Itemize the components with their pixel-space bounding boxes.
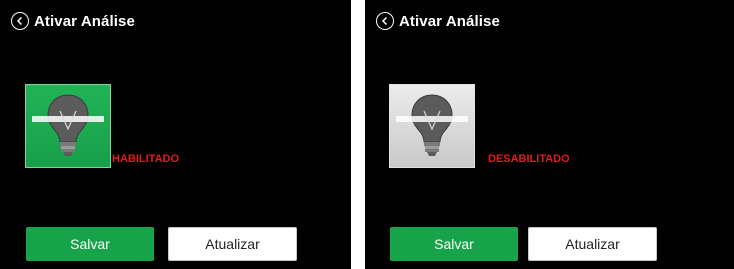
analysis-panel-enabled: Ativar Análise HABILITADO Salvar Atualiz…: [0, 0, 351, 269]
panel-header: Ativar Análise: [376, 10, 500, 32]
save-button[interactable]: Salvar: [390, 227, 518, 261]
status-label: DESABILITADO: [488, 153, 570, 165]
lightbulb-icon: [396, 94, 468, 156]
back-button[interactable]: [376, 12, 394, 30]
back-button[interactable]: [11, 12, 29, 30]
analysis-toggle[interactable]: [25, 84, 111, 168]
refresh-button[interactable]: Atualizar: [528, 227, 657, 261]
status-label: HABILITADO: [112, 153, 180, 165]
analysis-panel-disabled: Ativar Análise DESABILITADO Salvar Atual…: [365, 0, 734, 269]
chevron-left-icon: [381, 16, 388, 26]
save-button[interactable]: Salvar: [26, 227, 154, 261]
page-title: Ativar Análise: [34, 12, 135, 30]
panel-header: Ativar Análise: [11, 10, 135, 32]
analysis-toggle[interactable]: [389, 84, 475, 168]
refresh-button[interactable]: Atualizar: [168, 227, 297, 261]
chevron-left-icon: [16, 16, 23, 26]
lightbulb-icon: [32, 94, 104, 156]
page-title: Ativar Análise: [399, 12, 500, 30]
